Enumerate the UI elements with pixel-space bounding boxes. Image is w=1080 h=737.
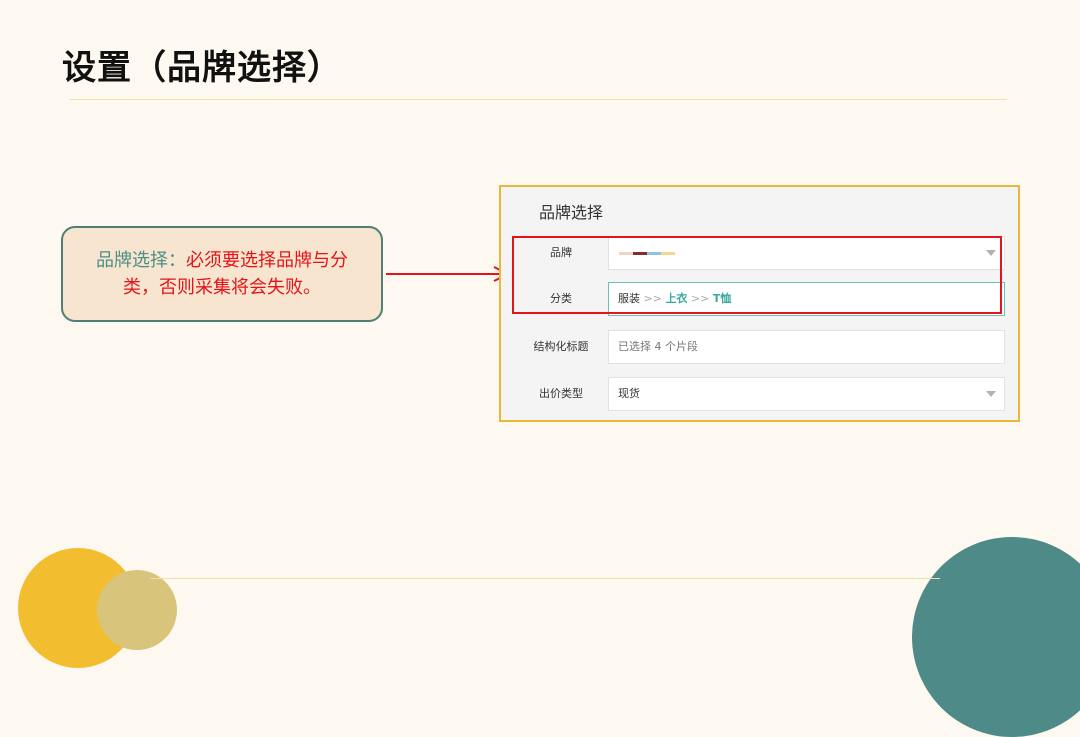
structured-title-field[interactable]: 已选择 4 个片段 [608, 330, 1005, 364]
structured-title-row: 结构化标题 已选择 4 个片段 [515, 330, 1005, 364]
category-crumb-1[interactable]: 服装 [618, 292, 640, 305]
page-title: 设置（品牌选择） [62, 48, 342, 88]
category-row: 分类 服装 >> 上衣 >> T恤 [515, 282, 1005, 316]
callout-text: 品牌选择：必须要选择品牌与分类，否则采集将会失败。 [79, 247, 365, 301]
title-divider [70, 99, 1007, 100]
crumb-separator: >> [690, 292, 710, 305]
structured-title-label: 结构化标题 [533, 340, 589, 353]
category-label: 分类 [550, 292, 572, 305]
brand-value-redacted [619, 252, 675, 256]
brand-label: 品牌 [550, 246, 572, 259]
chevron-down-icon[interactable] [986, 391, 996, 397]
decorative-circle-tan [97, 570, 177, 650]
brand-selection-panel: 品牌选择 品牌 分类 服装 >> 上衣 >> T恤 结构化标题 已选择 4 个片… [499, 185, 1020, 422]
crumb-separator: >> [643, 292, 662, 305]
category-crumb-3[interactable]: T恤 [713, 292, 732, 305]
bottom-divider [150, 578, 940, 579]
brand-row: 品牌 [515, 236, 1005, 270]
callout-box: 品牌选择：必须要选择品牌与分类，否则采集将会失败。 [61, 226, 383, 322]
category-crumb-2[interactable]: 上衣 [665, 292, 687, 305]
decorative-circle-teal [912, 537, 1080, 737]
price-type-select[interactable]: 现货 [608, 377, 1005, 411]
category-field[interactable]: 服装 >> 上衣 >> T恤 [608, 282, 1005, 316]
chevron-down-icon[interactable] [986, 250, 996, 256]
callout-lead: 品牌选择： [96, 250, 186, 271]
price-type-value: 现货 [618, 387, 640, 400]
panel-title: 品牌选择 [539, 203, 604, 222]
price-type-row: 出价类型 现货 [515, 377, 1005, 411]
brand-select[interactable] [608, 236, 1005, 270]
structured-title-value: 已选择 4 个片段 [618, 340, 698, 353]
arrow-right-icon [386, 266, 511, 282]
price-type-label: 出价类型 [539, 387, 583, 400]
